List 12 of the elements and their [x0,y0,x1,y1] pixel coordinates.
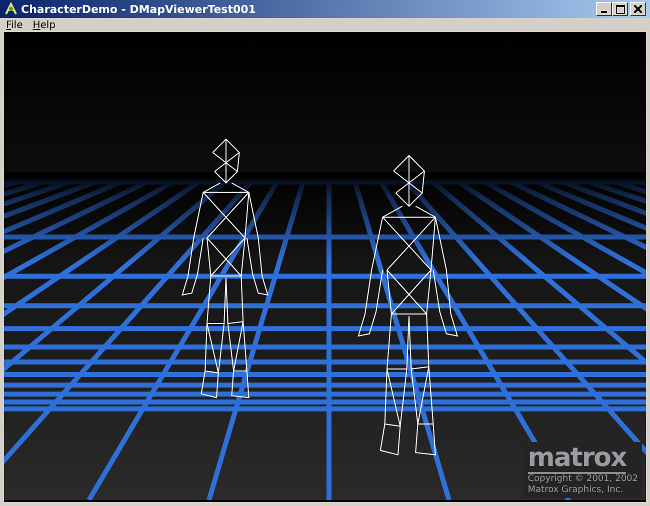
app-icon [4,2,18,16]
close-button[interactable] [630,2,646,16]
maximize-icon [616,4,624,14]
logo-text: matrox [528,444,626,474]
maximize-button[interactable] [612,2,628,16]
close-icon [634,5,642,13]
minimize-button[interactable] [596,2,612,16]
menu-item[interactable]: File [6,20,23,30]
copyright-text: Copyright © 2001, 2002 [528,474,638,485]
copyright-text: Matrox Graphics, Inc. [528,485,624,496]
menu-item[interactable]: Help [32,20,56,30]
window-title: CharacterDemo - DMapViewerTest001 [21,2,257,16]
